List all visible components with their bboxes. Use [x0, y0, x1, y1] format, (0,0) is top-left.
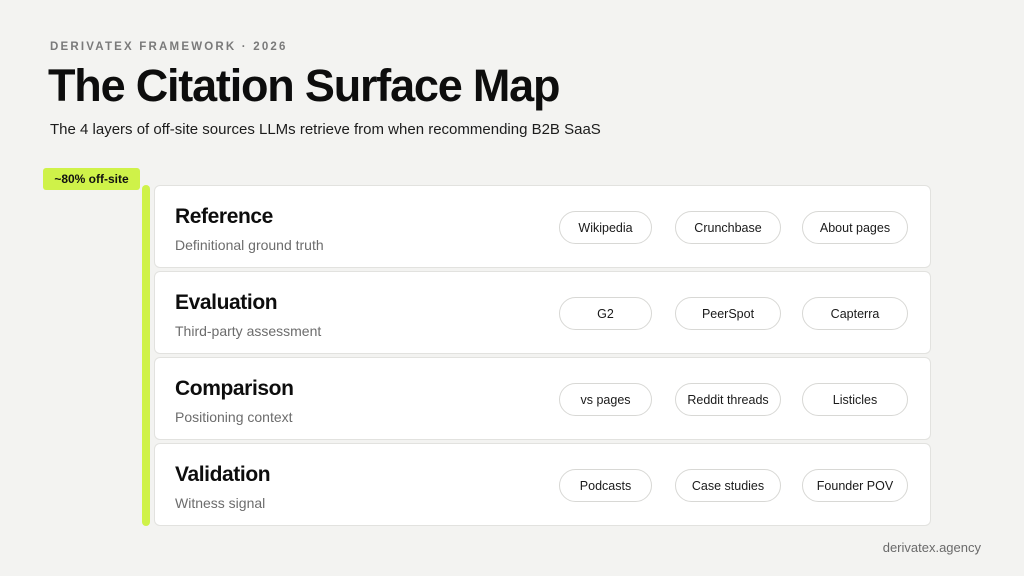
- source-pill: Crunchbase: [675, 211, 781, 244]
- source-pill: G2: [559, 297, 652, 330]
- eyebrow-label: DERIVATEX FRAMEWORK · 2026: [50, 41, 288, 53]
- layer-description: Definitional ground truth: [175, 237, 324, 253]
- layer-name: Validation: [175, 463, 271, 486]
- layer-card-evaluation: Evaluation Third-party assessment G2 Pee…: [154, 271, 931, 354]
- source-pill: Capterra: [802, 297, 908, 330]
- source-pill: About pages: [802, 211, 908, 244]
- source-pill: PeerSpot: [675, 297, 781, 330]
- page-subtitle: The 4 layers of off-site sources LLMs re…: [50, 121, 601, 138]
- layer-card-reference: Reference Definitional ground truth Wiki…: [154, 185, 931, 268]
- layer-name: Evaluation: [175, 291, 278, 314]
- off-site-bracket-rail: [142, 185, 150, 526]
- footer-site-label: derivatex.agency: [882, 540, 981, 555]
- layer-description: Third-party assessment: [175, 323, 322, 339]
- layer-card-validation: Validation Witness signal Podcasts Case …: [154, 443, 931, 526]
- layer-description: Positioning context: [175, 409, 293, 425]
- source-pill: Founder POV: [802, 469, 908, 502]
- page-title: The Citation Surface Map: [48, 60, 560, 111]
- layer-name: Reference: [175, 205, 273, 228]
- source-pill: Listicles: [802, 383, 908, 416]
- source-pill: Podcasts: [559, 469, 652, 502]
- source-pill: vs pages: [559, 383, 652, 416]
- layer-description: Witness signal: [175, 495, 266, 511]
- source-pill: Wikipedia: [559, 211, 652, 244]
- layer-stack: Reference Definitional ground truth Wiki…: [154, 185, 931, 529]
- off-site-share-badge: ~80% off-site: [43, 168, 140, 190]
- layer-name: Comparison: [175, 377, 294, 400]
- source-pill: Case studies: [675, 469, 781, 502]
- source-pill: Reddit threads: [675, 383, 781, 416]
- layer-card-comparison: Comparison Positioning context vs pages …: [154, 357, 931, 440]
